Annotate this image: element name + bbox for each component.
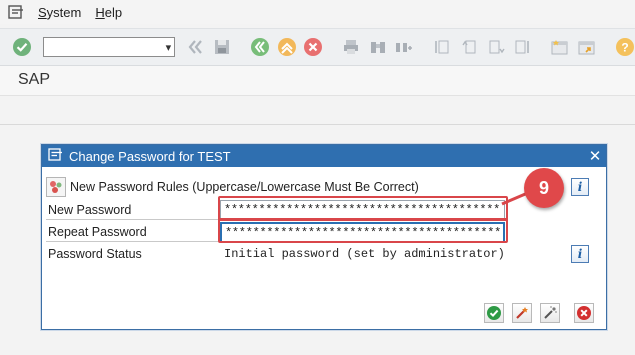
password-status-label: Password Status — [48, 247, 142, 261]
previous-page-button[interactable] — [459, 36, 480, 58]
magic-wand-icon — [544, 306, 557, 319]
shortcut-icon — [578, 41, 595, 55]
menu-system-mnemonic: S — [38, 4, 47, 20]
cancel-icon — [304, 38, 323, 56]
save-icon — [214, 40, 229, 54]
double-chevron-left-icon — [188, 40, 203, 54]
chevron-down-icon[interactable]: ▾ — [166, 41, 172, 54]
new-session-icon — [551, 40, 568, 55]
close-icon[interactable]: ✕ — [584, 147, 606, 165]
find-next-button[interactable] — [394, 36, 415, 58]
svg-text:?: ? — [621, 41, 628, 55]
toolbar: ▾ ? — [0, 28, 635, 66]
dialog-title: Change Password for TEST — [69, 148, 231, 164]
first-page-icon — [435, 40, 449, 54]
create-session-button[interactable] — [550, 36, 571, 58]
menu-help[interactable]: Help — [95, 5, 122, 20]
previous-page-icon — [462, 40, 476, 54]
back-button[interactable] — [250, 36, 271, 58]
command-field[interactable]: ▾ — [42, 37, 176, 57]
checkmark-circle-icon — [13, 38, 32, 56]
exit-icon — [277, 38, 296, 56]
exit-button[interactable] — [276, 36, 297, 58]
last-page-icon — [515, 40, 529, 54]
password-rules-icon[interactable] — [46, 177, 66, 197]
menu-icon[interactable] — [8, 5, 24, 19]
last-page-button[interactable] — [512, 36, 533, 58]
print-button[interactable] — [341, 36, 362, 58]
generate-shortcut-button[interactable] — [576, 36, 597, 58]
annotation-step-badge: 9 — [524, 168, 564, 208]
cancel-dialog-button[interactable] — [574, 303, 594, 323]
next-page-button[interactable] — [485, 36, 506, 58]
binoculars-plus-icon — [396, 43, 413, 52]
first-page-button[interactable] — [432, 36, 453, 58]
dialog-menu-icon[interactable] — [48, 148, 63, 164]
status-info-button[interactable]: i — [571, 245, 589, 263]
new-password-row: New Password — [46, 199, 218, 221]
confirm-button[interactable] — [484, 303, 504, 323]
repeat-password-label: Repeat Password — [46, 222, 218, 242]
back-icon — [251, 38, 270, 56]
password-status-row: Password Status — [46, 243, 218, 265]
menu-help-mnemonic: H — [95, 4, 105, 20]
cancel-icon — [577, 306, 591, 320]
find-button[interactable] — [368, 36, 389, 58]
save-button[interactable] — [212, 36, 233, 58]
generate-password-button[interactable] — [512, 303, 532, 323]
info-icon: i — [577, 247, 583, 261]
new-password-label: New Password — [46, 200, 218, 220]
repeat-password-row: Repeat Password — [46, 221, 218, 243]
content-divider — [0, 124, 635, 125]
rules-row: New Password Rules (Uppercase/Lowercase … — [46, 176, 419, 198]
rules-info-button[interactable]: i — [571, 178, 589, 196]
password-rules-label: New Password Rules (Uppercase/Lowercase … — [70, 180, 419, 194]
dialog-title-bar: Change Password for TEST ✕ — [42, 145, 606, 167]
next-page-icon — [489, 40, 505, 54]
info-icon: i — [577, 180, 583, 194]
help-icon: ? — [615, 38, 634, 56]
menu-system[interactable]: System — [38, 5, 81, 20]
magic-wand-red-icon — [516, 307, 528, 319]
page-title: SAP — [0, 66, 635, 96]
menu-system-rest: ystem — [46, 4, 82, 20]
menu-help-rest: elp — [104, 4, 123, 20]
wizard-button[interactable] — [540, 303, 560, 323]
cancel-button[interactable] — [303, 36, 324, 58]
checkmark-icon — [487, 306, 501, 320]
help-button[interactable]: ? — [615, 36, 635, 58]
enter-button[interactable] — [12, 36, 33, 58]
print-icon — [344, 40, 359, 54]
password-status-value: Initial password (set by administrator) — [224, 247, 505, 261]
annotation-highlight-repeat-password — [218, 218, 508, 243]
back-history-button[interactable] — [185, 36, 206, 58]
binoculars-icon — [370, 42, 385, 53]
menu-bar: System Help — [0, 0, 635, 24]
